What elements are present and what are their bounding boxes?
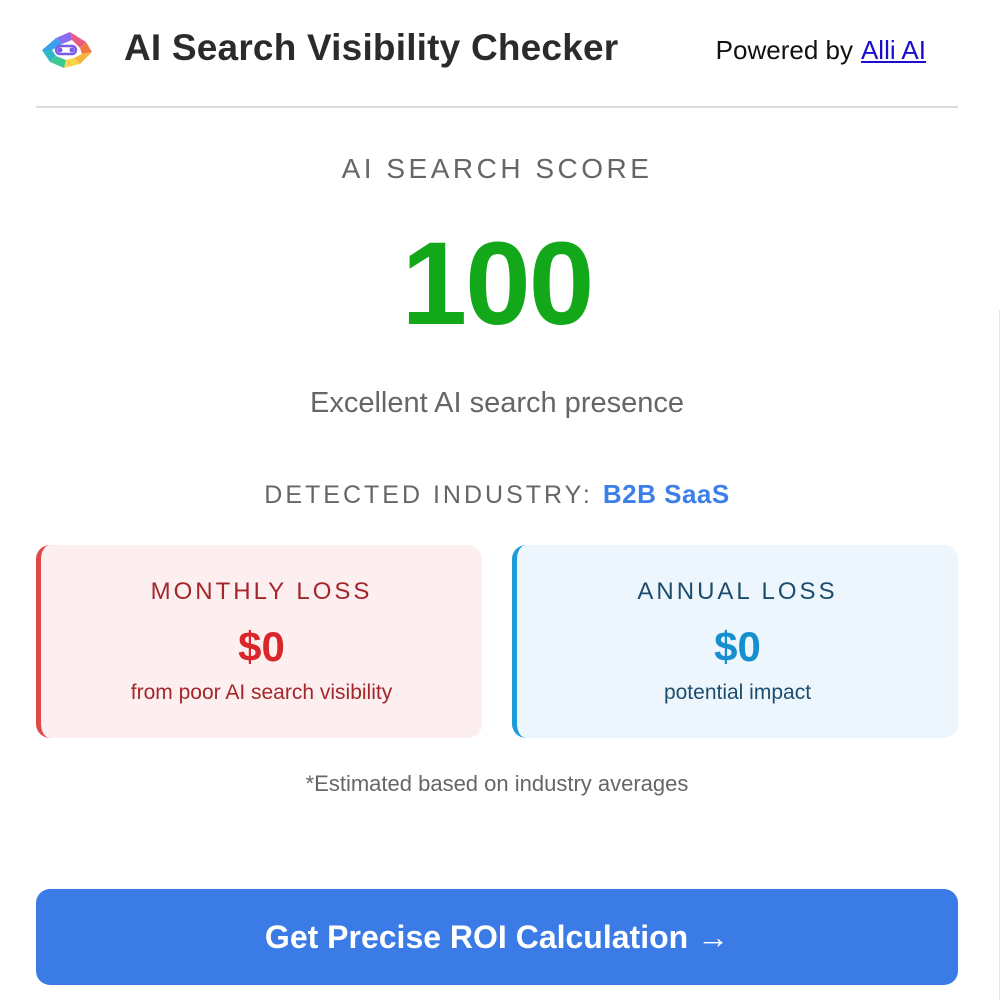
detected-industry: DETECTED INDUSTRY: B2B SaaS	[0, 479, 994, 510]
score-label: AI SEARCH SCORE	[341, 153, 653, 184]
industry-value: B2B SaaS	[602, 479, 730, 509]
annual-loss-value: $0	[714, 623, 761, 670]
alli-ai-logo-icon	[36, 22, 96, 78]
annual-loss-card: ANNUAL LOSS $0 potential impact	[512, 545, 958, 738]
monthly-loss-value: $0	[238, 623, 285, 670]
score-description: Excellent AI search presence	[310, 387, 684, 419]
annual-loss-subtitle: potential impact	[663, 681, 812, 704]
monthly-loss-card: MONTHLY LOSS $0 from poor AI search visi…	[36, 545, 482, 738]
powered-by: Powered by Alli AI	[716, 35, 926, 66]
score-value: 100	[401, 218, 595, 350]
roi-calculation-button[interactable]: Get Precise ROI Calculation →	[36, 889, 958, 985]
monthly-loss-title: MONTHLY LOSS	[150, 578, 373, 605]
industry-label: DETECTED INDUSTRY:	[264, 481, 593, 509]
powered-by-label: Powered by	[715, 35, 853, 65]
monthly-loss-subtitle: from poor AI search visibility	[130, 681, 393, 704]
app-title: AI Search Visibility Checker	[124, 27, 619, 68]
estimate-note: *Estimated based on industry averages	[305, 771, 689, 796]
header: AI Search Visibility Checker Powered by A…	[36, 0, 958, 108]
annual-loss-title: ANNUAL LOSS	[637, 578, 838, 605]
alli-ai-link[interactable]: Alli AI	[861, 35, 926, 65]
checker-panel: AI Search Visibility Checker Powered by A…	[0, 0, 1000, 1000]
